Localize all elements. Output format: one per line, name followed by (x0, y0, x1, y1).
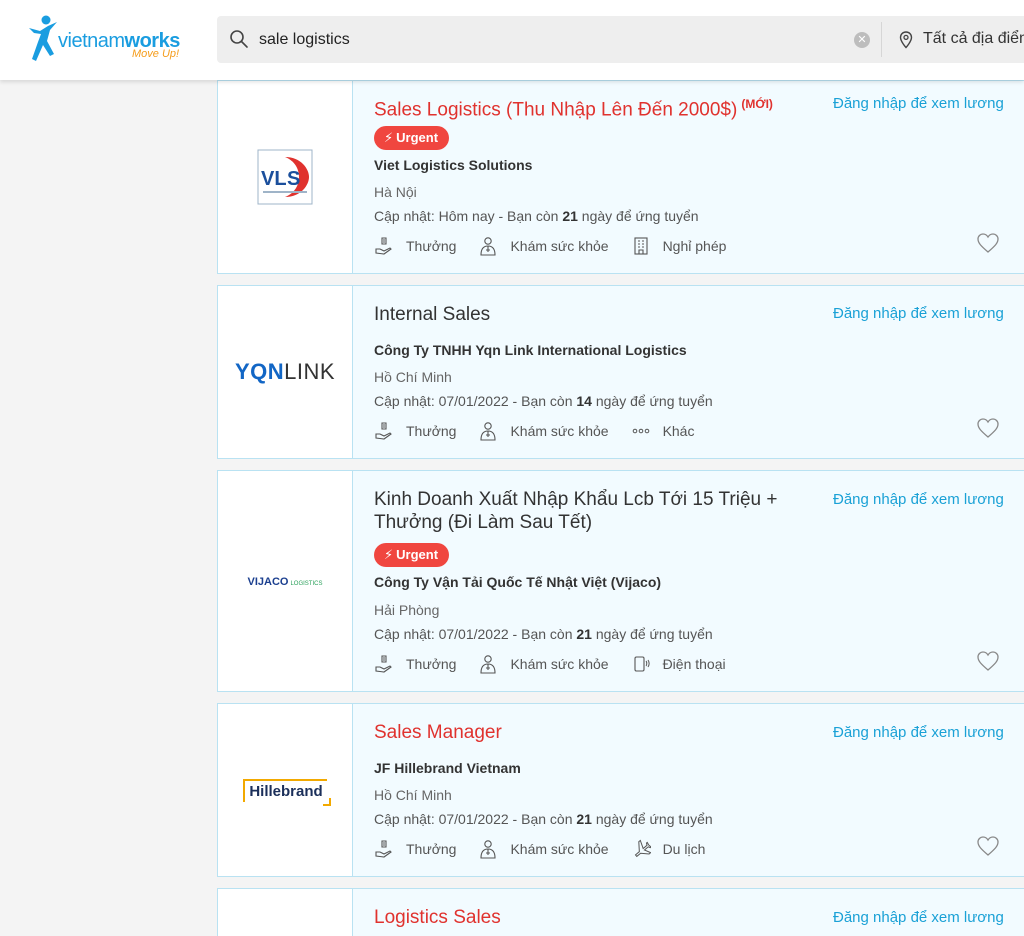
yqnlink-logo: YQNLINK (234, 359, 336, 384)
search-icon[interactable] (229, 29, 249, 49)
urgent-badge: ⚡ Urgent (374, 126, 450, 150)
job-title[interactable]: Internal Sales (374, 303, 794, 326)
vijaco-logo: VIJACO LOGISTICS (247, 576, 323, 588)
job-card[interactable]: Hillebrand Sales Manager Đăng nhập để xe… (217, 703, 1024, 877)
doctor-icon (480, 237, 497, 256)
location-pin-icon (899, 31, 913, 49)
heart-icon[interactable] (976, 650, 1000, 672)
lightning-icon: ⚡ (384, 130, 394, 145)
company-logo[interactable] (218, 889, 353, 936)
job-card[interactable]: Logistics Sales Đăng nhập để xem lương (217, 888, 1024, 936)
company-logo[interactable]: VIJACO LOGISTICS (218, 471, 353, 691)
vietnamworks-logo[interactable]: vietnamworks Move Up! (26, 14, 186, 66)
heart-icon[interactable] (976, 835, 1000, 857)
benefit-item: Du lịch (631, 839, 705, 859)
benefits-list: Thưởng Khám sức khỏe Điện thoại (374, 654, 748, 674)
job-card[interactable]: VIJACO LOGISTICS Kinh Doanh Xuất Nhập Khẩ… (217, 470, 1024, 692)
job-title[interactable]: Logistics Sales (374, 906, 794, 929)
job-title[interactable]: Sales Manager (374, 721, 794, 744)
svg-text:S: S (287, 168, 300, 190)
company-logo[interactable]: Hillebrand (218, 704, 353, 876)
benefit-item: Khám sức khỏe (478, 421, 609, 441)
clear-search-icon[interactable]: ✕ (854, 32, 870, 48)
company-name[interactable]: Công Ty Vận Tải Quốc Tế Nhật Việt (Vijac… (374, 574, 661, 590)
doctor-icon (480, 840, 497, 859)
bonus-hand-icon (375, 840, 392, 858)
urgent-badge: ⚡ Urgent (374, 543, 450, 567)
benefit-item: Khám sức khỏe (478, 236, 609, 256)
new-badge: (MỚI) (741, 97, 773, 111)
heart-icon[interactable] (976, 232, 1000, 254)
heart-icon[interactable] (976, 417, 1000, 439)
location-select[interactable]: Tất cả địa điểm (923, 30, 1024, 48)
vls-logo: VL S (257, 149, 313, 205)
search-input[interactable] (259, 26, 819, 53)
lightning-icon: ⚡ (384, 547, 394, 562)
hillebrand-logo: Hillebrand (243, 778, 331, 806)
job-title[interactable]: Sales Logistics (Thu Nhập Lên Đến 2000$)… (374, 93, 794, 121)
salary-login-link[interactable]: Đăng nhập để xem lương (833, 909, 1004, 926)
building-icon (634, 237, 648, 255)
job-location: Hải Phòng (374, 602, 440, 618)
brand-tagline: Move Up! (132, 48, 180, 60)
airplane-icon (634, 839, 651, 858)
top-header: vietnamworks Move Up! ✕ Tất cả địa điểm (0, 0, 1024, 80)
benefits-list: Thưởng Khám sức khỏe Du lịch (374, 839, 727, 859)
job-title[interactable]: Kinh Doanh Xuất Nhập Khẩu Lcb Tới 15 Tri… (374, 488, 794, 534)
company-logo[interactable]: YQNLINK (218, 286, 353, 458)
benefits-list: Thưởng Khám sức khỏe Khác (374, 421, 716, 441)
update-info: Cập nhật: 07/01/2022 - Bạn còn 14 ngày đ… (374, 393, 713, 409)
benefit-item: Nghỉ phép (631, 236, 726, 256)
job-location: Hồ Chí Minh (374, 369, 452, 385)
update-info: Cập nhật: 07/01/2022 - Bạn còn 21 ngày đ… (374, 626, 713, 642)
benefit-item: Thưởng (374, 236, 456, 256)
benefit-item: Thưởng (374, 654, 456, 674)
company-logo[interactable]: VL S (218, 81, 353, 273)
runner-icon (29, 15, 57, 61)
doctor-icon (480, 422, 497, 441)
benefits-list: Thưởng Khám sức khỏe Nghỉ phép (374, 236, 748, 256)
salary-login-link[interactable]: Đăng nhập để xem lương (833, 305, 1004, 322)
salary-login-link[interactable]: Đăng nhập để xem lương (833, 491, 1004, 508)
bonus-hand-icon (375, 422, 392, 440)
update-info: Cập nhật: 07/01/2022 - Bạn còn 21 ngày đ… (374, 811, 713, 827)
benefit-item: Khám sức khỏe (478, 654, 609, 674)
job-location: Hà Nội (374, 184, 417, 200)
benefit-item: Thưởng (374, 421, 456, 441)
search-divider (881, 22, 882, 57)
job-location: Hồ Chí Minh (374, 787, 452, 803)
company-name[interactable]: JF Hillebrand Vietnam (374, 760, 521, 776)
bonus-hand-icon (375, 655, 392, 673)
job-card[interactable]: VL S Sales Logistics (Thu Nhập Lên Đến 2… (217, 80, 1024, 274)
svg-text:VL: VL (261, 168, 287, 190)
more-dots-icon (632, 428, 649, 434)
benefit-item: Khám sức khỏe (478, 839, 609, 859)
company-name[interactable]: Công Ty TNHH Yqn Link International Logi… (374, 342, 687, 358)
benefit-item: Thưởng (374, 839, 456, 859)
job-card[interactable]: YQNLINK Internal Sales Đăng nhập để xem … (217, 285, 1024, 459)
benefit-item: Điện thoại (631, 654, 726, 674)
doctor-icon (480, 655, 497, 674)
update-info: Cập nhật: Hôm nay - Bạn còn 21 ngày để ứ… (374, 208, 699, 224)
bonus-hand-icon (375, 237, 392, 255)
benefit-item: Khác (631, 421, 694, 441)
company-name[interactable]: Viet Logistics Solutions (374, 157, 532, 173)
phone-icon (634, 656, 650, 672)
search-bar: ✕ Tất cả địa điểm (217, 16, 1024, 63)
salary-login-link[interactable]: Đăng nhập để xem lương (833, 724, 1004, 741)
salary-login-link[interactable]: Đăng nhập để xem lương (833, 95, 1004, 112)
